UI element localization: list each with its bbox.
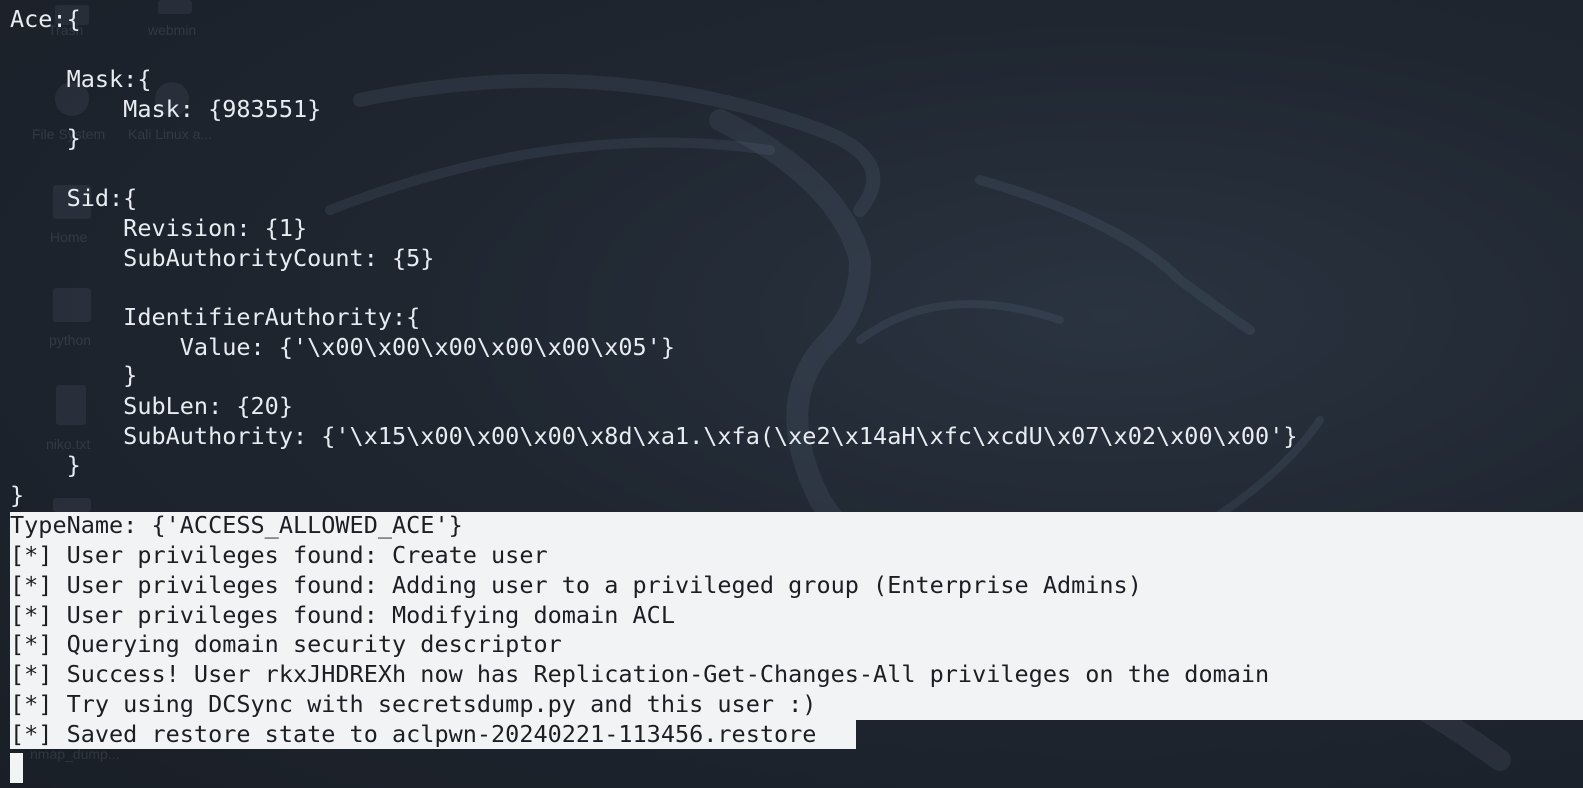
terminal-output[interactable]: Ace:{ Mask:{ Mask: {983551} } Sid:{ Revi…	[0, 0, 1583, 788]
terminal-line: SubLen: {20}	[10, 392, 293, 420]
terminal-line: }	[10, 481, 25, 509]
terminal-line: IdentifierAuthority:{	[10, 303, 421, 331]
terminal-line: }	[10, 124, 81, 152]
terminal-line: Mask:{	[10, 65, 152, 93]
terminal-line: Ace:{	[10, 5, 81, 33]
terminal-line-selected: [*] User privileges found: Modifying dom…	[10, 601, 675, 629]
terminal-line: }	[10, 361, 138, 389]
terminal-line-selected: [*] User privileges found: Adding user t…	[10, 571, 1142, 599]
terminal-line: Value: {'\x00\x00\x00\x00\x00\x05'}	[10, 333, 675, 361]
terminal-line: }	[10, 451, 81, 479]
terminal-line: Sid:{	[10, 184, 138, 212]
terminal-cursor	[10, 753, 23, 783]
terminal-line-selected: TypeName: {'ACCESS_ALLOWED_ACE'}	[10, 511, 463, 539]
terminal-line-selected: [*] Saved restore state to aclpwn-202402…	[10, 720, 817, 748]
terminal-line: SubAuthority: {'\x15\x00\x00\x00\x8d\xa1…	[10, 422, 1298, 450]
terminal-line: Revision: {1}	[10, 214, 308, 242]
terminal-line-selected: [*] Try using DCSync with secretsdump.py…	[10, 690, 817, 718]
terminal-line: Mask: {983551}	[10, 95, 322, 123]
terminal-line: SubAuthorityCount: {5}	[10, 244, 435, 272]
terminal-line-selected: [*] Querying domain security descriptor	[10, 630, 562, 658]
terminal-line-selected: [*] User privileges found: Create user	[10, 541, 548, 569]
terminal-line-selected: [*] Success! User rkxJHDREXh now has Rep…	[10, 660, 1270, 688]
